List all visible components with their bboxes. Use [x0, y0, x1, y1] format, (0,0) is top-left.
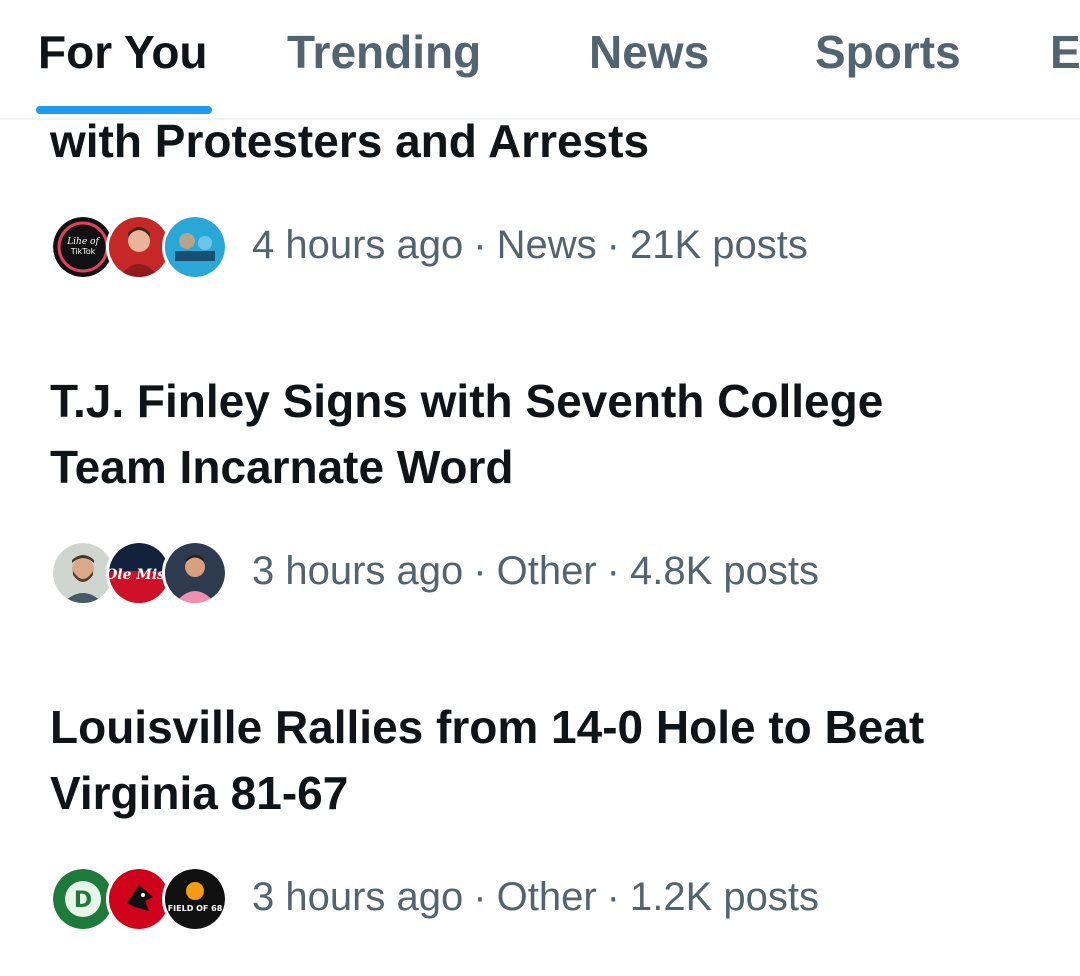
trend-meta: Ole Miss 3 hours ago·Other·4.8K posts [50, 536, 819, 606]
lihe-logo-text-2: TikTok [70, 247, 96, 256]
d-logo-text: D [74, 888, 92, 913]
ole-miss-logo-text: Ole Miss [109, 567, 169, 583]
trend-post-count: 1.2K posts [629, 874, 819, 919]
field-of-68-logo-text: FIELD OF 68 [168, 904, 223, 913]
explore-page: For You Trending News Sports E with Prot… [0, 0, 1080, 976]
trend-meta-text: 3 hours ago · Other · 4.8K posts [252, 549, 819, 594]
trend-meta-text: 4 hours ago · News · 21K posts [252, 223, 808, 268]
trend-meta: Lihe of TikTok 4 hours ago · News · 21K … [50, 210, 808, 280]
trend-item[interactable]: T.J. Finley Signs with Seventh College T… [50, 368, 1040, 606]
trend-item[interactable]: Louisville Rallies from 14-0 Hole to Bea… [50, 694, 1040, 932]
tab-entertainment[interactable]: E [1050, 24, 1080, 80]
trend-time: 4 hours ago [252, 222, 464, 267]
trend-time: 3 hours ago [252, 548, 464, 593]
tab-trending[interactable]: Trending [287, 24, 481, 80]
trend-post-count: 4.8K posts [629, 548, 819, 593]
trend-meta-text: 3 hours ago · Other · 1.2K posts [252, 875, 819, 920]
avatar-stack: D FIELD OF 68 [50, 862, 228, 932]
active-tab-indicator [36, 106, 212, 114]
trend-title-line: T.J. Finley Signs with Seventh College [50, 375, 884, 427]
field-of-68-logo-avatar: FIELD OF 68 [162, 866, 228, 932]
trend-category: News [496, 222, 597, 267]
trend-post-count: 21K posts [629, 222, 808, 267]
trend-title: T.J. Finley Signs with Seventh College T… [50, 368, 1040, 500]
trend-time: 3 hours ago [252, 874, 464, 919]
explore-tabbar: For You Trending News Sports E [0, 0, 1080, 120]
meta-separator: · [473, 222, 487, 267]
trend-meta: D FIELD OF 68 3 hours ago · Other · 1.2K… [50, 862, 819, 932]
tab-for-you[interactable]: For You [38, 24, 208, 80]
meta-separator: · [606, 874, 620, 919]
meta-separator: · [606, 222, 620, 267]
meta-separator: · [473, 874, 487, 919]
trend-title-line: Louisville Rallies from 14-0 Hole to Bea… [50, 701, 925, 753]
trend-category: Other [496, 548, 597, 593]
trend-title-line: Virginia 81-67 [50, 767, 349, 819]
trend-category: Other [496, 874, 597, 919]
tab-sports[interactable]: Sports [815, 24, 961, 80]
meta-separator: · [473, 548, 487, 593]
lihe-logo-text-1: Lihe of [66, 237, 100, 247]
meta-separator: · [606, 548, 620, 593]
man-pink-shirt-avatar [162, 540, 228, 606]
trend-title-line: Team Incarnate Word [50, 441, 514, 493]
tab-news[interactable]: News [589, 24, 709, 80]
blue-logo-avatar [162, 214, 228, 280]
trend-title: Louisville Rallies from 14-0 Hole to Bea… [50, 694, 1040, 826]
avatar-stack: Lihe of TikTok [50, 210, 228, 280]
avatar-stack: Ole Miss [50, 536, 228, 606]
